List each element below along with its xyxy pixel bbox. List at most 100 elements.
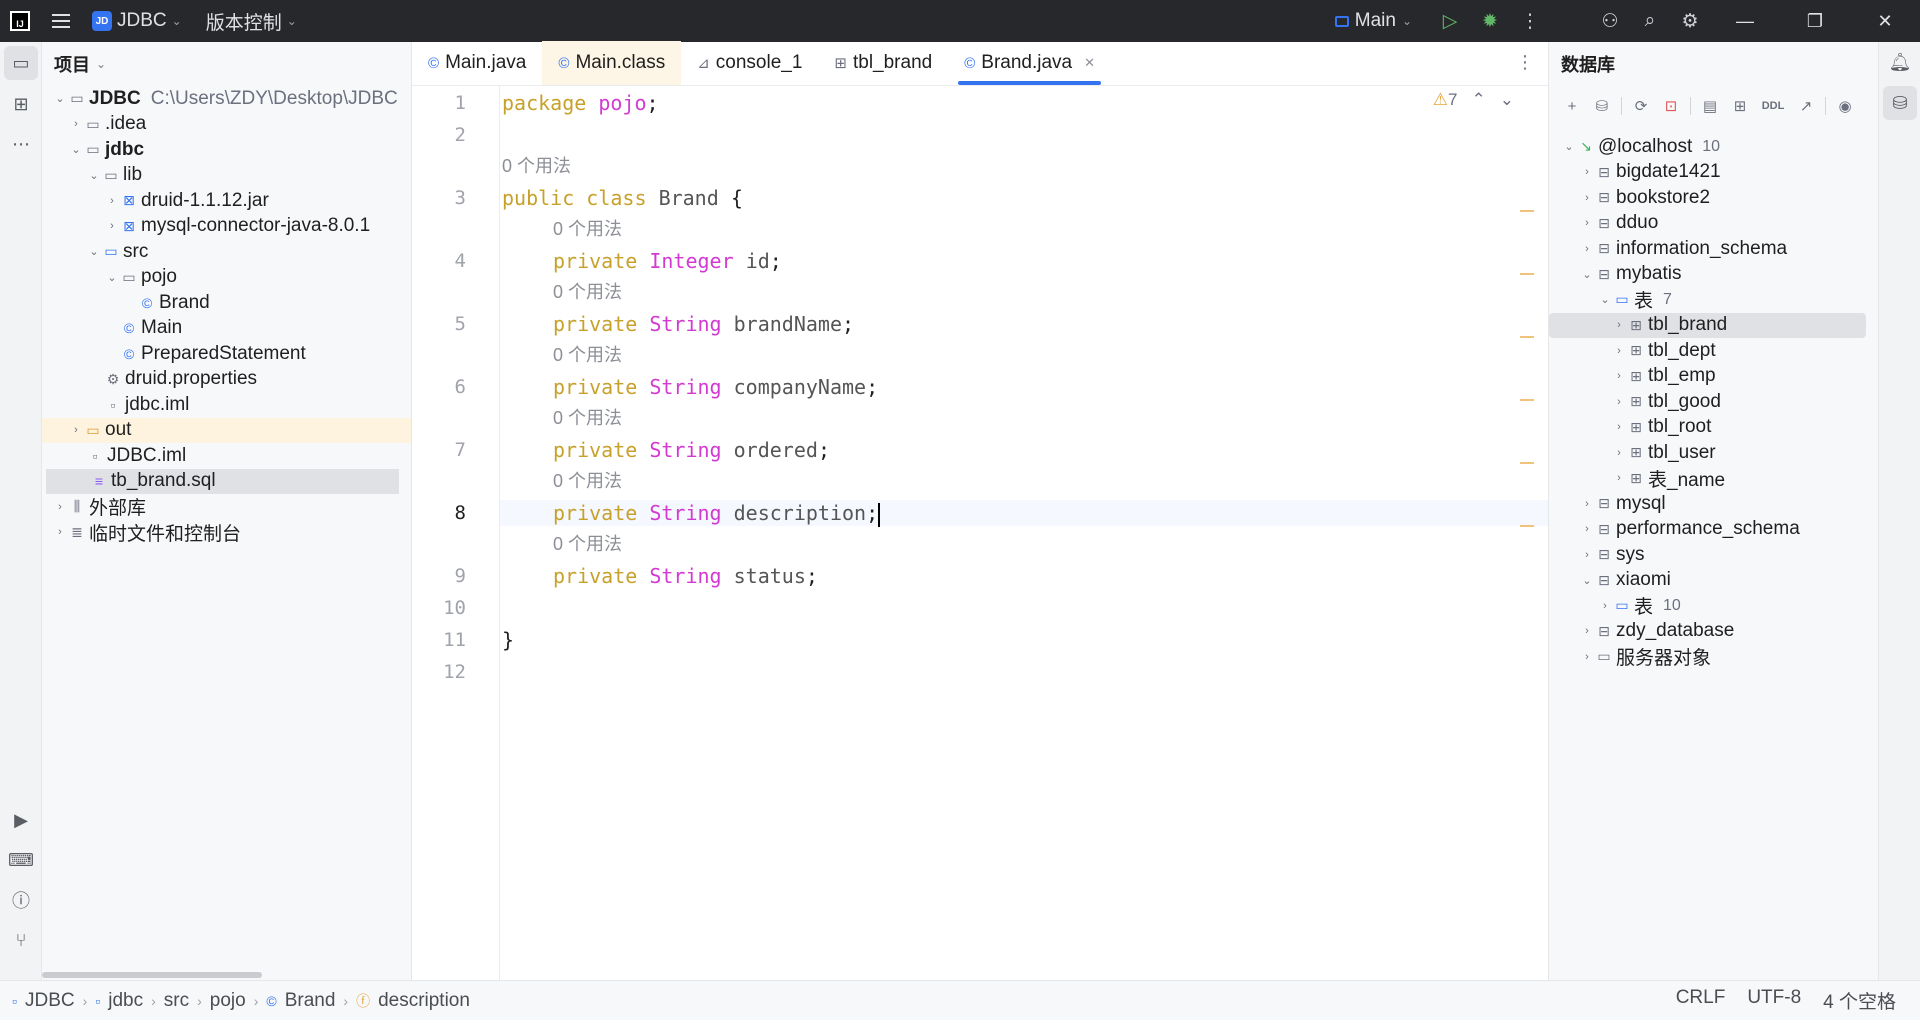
tree-item-scratches[interactable]: › ≣ 临时文件和控制台 <box>42 520 411 546</box>
chevron-down-icon[interactable]: ⌄ <box>68 143 84 156</box>
db-table[interactable]: › ⊞ tbl_root <box>1549 415 1878 441</box>
chevron-right-icon[interactable]: › <box>1611 345 1627 357</box>
breadcrumb-item[interactable]: pojo <box>210 990 246 1012</box>
chevron-right-icon[interactable]: › <box>104 220 120 232</box>
db-table[interactable]: › ⊞ tbl_dept <box>1549 338 1878 364</box>
chevron-right-icon[interactable]: › <box>68 424 84 436</box>
db-schema-xiaomi[interactable]: ⌄ ⊟ xiaomi <box>1549 568 1878 594</box>
ddl-button[interactable]: DDL <box>1759 100 1787 112</box>
folder-icon[interactable]: ▭ <box>4 46 38 80</box>
view-icon[interactable]: ◉ <box>1834 97 1856 115</box>
breadcrumb-item[interactable]: Brand <box>285 990 336 1012</box>
problems-icon[interactable]: ⓘ <box>0 880 42 920</box>
db-tables-folder[interactable]: ⌄ ▭ 表 7 <box>1549 287 1878 313</box>
warning-marker[interactable] <box>1520 399 1534 401</box>
console-icon[interactable]: ▤ <box>1699 97 1721 115</box>
breadcrumb-item[interactable]: jdbc <box>108 990 143 1012</box>
chevron-right-icon[interactable]: › <box>1611 396 1627 408</box>
usage-hint[interactable]: 0 个用法 <box>553 467 622 493</box>
db-schema[interactable]: › ⊟ bookstore2 <box>1549 185 1878 211</box>
tree-item-jdbc[interactable]: ⌄ ▭ jdbc <box>42 137 411 163</box>
datasource-icon[interactable]: ⛁ <box>1591 97 1613 115</box>
chevron-down-icon[interactable]: ⌄ <box>1579 574 1595 587</box>
db-schema[interactable]: › ⊟ dduo <box>1549 211 1878 237</box>
tree-item-brand[interactable]: © Brand <box>42 290 411 316</box>
breadcrumb-item[interactable]: description <box>378 990 470 1012</box>
tree-item-src[interactable]: ⌄ ▭ src <box>42 239 411 265</box>
settings-icon[interactable]: ⚙ <box>1670 0 1710 42</box>
db-table[interactable]: › ⊞ tbl_user <box>1549 440 1878 466</box>
usage-hint[interactable]: 0 个用法 <box>553 278 622 304</box>
jump-icon[interactable]: ↗ <box>1795 97 1817 115</box>
tab-tbl-brand[interactable]: ⊞ tbl_brand <box>818 41 948 85</box>
chevron-right-icon[interactable]: › <box>1579 166 1595 178</box>
db-tables-folder[interactable]: › ▭ 表 10 <box>1549 593 1878 619</box>
search-icon[interactable]: ⌕ <box>1630 0 1670 42</box>
db-schema[interactable]: › ⊟ bigdate1421 <box>1549 160 1878 186</box>
db-server-objects[interactable]: › ▭ 服务器对象 <box>1549 644 1878 670</box>
chevron-right-icon[interactable]: › <box>1579 217 1595 229</box>
db-schema-mybatis[interactable]: ⌄ ⊟ mybatis <box>1549 262 1878 288</box>
close-button[interactable]: ✕ <box>1850 0 1920 42</box>
breadcrumb-item[interactable]: src <box>164 990 189 1012</box>
tree-item-druid-jar[interactable]: › ⊠ druid-1.1.12.jar <box>42 188 411 214</box>
restore-button[interactable]: ❐ <box>1780 0 1850 42</box>
chevron-right-icon[interactable]: › <box>52 526 68 538</box>
add-icon[interactable]: + <box>1561 98 1583 115</box>
debug-icon[interactable]: ✹ <box>1470 0 1510 42</box>
tree-item-preparedstatement[interactable]: © PreparedStatement <box>42 341 411 367</box>
db-table[interactable]: › ⊞ tbl_brand <box>1549 312 1866 338</box>
chevron-down-icon[interactable]: ⌄ <box>1561 140 1577 153</box>
account-icon[interactable]: ⚇ <box>1590 0 1630 42</box>
db-schema[interactable]: › ⊟ information_schema <box>1549 236 1878 262</box>
line-separator-widget[interactable]: CRLF <box>1676 987 1726 1014</box>
warning-marker[interactable] <box>1520 525 1534 527</box>
more-tools-icon[interactable]: ⋯ <box>0 124 42 164</box>
encoding-widget[interactable]: UTF-8 <box>1747 987 1801 1014</box>
tree-item-external-libs[interactable]: › ⫼ 外部库 <box>42 494 411 520</box>
chevron-right-icon[interactable]: › <box>1611 370 1627 382</box>
tab-main-java[interactable]: © Main.java <box>412 41 542 85</box>
chevron-right-icon[interactable]: › <box>1611 319 1627 331</box>
stop-icon[interactable]: ⊡ <box>1660 97 1682 115</box>
chevron-right-icon[interactable]: › <box>1611 447 1627 459</box>
db-table[interactable]: › ⊞ tbl_emp <box>1549 364 1878 390</box>
chevron-right-icon[interactable]: › <box>1579 625 1595 637</box>
database-icon[interactable]: ⛁ <box>1883 86 1917 120</box>
vcs-menu[interactable]: 版本控制 ⌄ <box>206 8 297 35</box>
tree-item-mysql-jar[interactable]: › ⊠ mysql-connector-java-8.0.1 <box>42 214 411 240</box>
tree-item-druid-properties[interactable]: ⚙ druid.properties <box>42 367 411 393</box>
db-schema[interactable]: › ⊟ sys <box>1549 542 1878 568</box>
git-icon[interactable]: ⑂ <box>0 920 42 960</box>
tree-item-jdbc-iml[interactable]: ▫ jdbc.iml <box>42 392 411 418</box>
db-schema[interactable]: › ⊟ performance_schema <box>1549 517 1878 543</box>
run-config-selector[interactable]: Main ⌄ <box>1334 10 1412 32</box>
terminal-icon[interactable]: ⌨ <box>0 840 42 880</box>
chevron-down-icon[interactable]: ⌄ <box>1597 293 1613 306</box>
chevron-right-icon[interactable]: › <box>68 118 84 130</box>
project-panel-header[interactable]: 项目 ⌄ <box>42 42 411 86</box>
main-menu-icon[interactable] <box>52 14 70 28</box>
chevron-down-icon[interactable]: ⌄ <box>86 169 102 182</box>
chevron-right-icon[interactable]: › <box>1597 600 1613 612</box>
chevron-right-icon[interactable]: › <box>1579 192 1595 204</box>
tree-item-jdbc-iml-root[interactable]: ▫ JDBC.iml <box>42 443 411 469</box>
refresh-icon[interactable]: ⟳ <box>1630 97 1652 115</box>
notifications-icon[interactable]: 🔔︎ <box>1879 42 1920 82</box>
tab-brand-java[interactable]: © Brand.java ✕ <box>948 41 1111 85</box>
db-host[interactable]: ⌄ ↘ @localhost 10 <box>1549 134 1878 160</box>
chevron-right-icon[interactable]: › <box>52 501 68 513</box>
chevron-right-icon[interactable]: › <box>1579 523 1595 535</box>
chevron-right-icon[interactable]: › <box>1611 421 1627 433</box>
chevron-down-icon[interactable]: ⌄ <box>1579 268 1595 281</box>
usage-hint[interactable]: 0 个用法 <box>502 152 571 178</box>
close-tab-icon[interactable]: ✕ <box>1084 55 1095 71</box>
usage-hint[interactable]: 0 个用法 <box>553 341 622 367</box>
db-schema[interactable]: › ⊟ zdy_database <box>1549 619 1878 645</box>
chevron-right-icon[interactable]: › <box>1579 243 1595 255</box>
chevron-down-icon[interactable]: ⌄ <box>52 92 68 105</box>
chevron-down-icon[interactable]: ⌄ <box>86 245 102 258</box>
db-schema[interactable]: › ⊟ mysql <box>1549 491 1878 517</box>
tab-main-class[interactable]: © Main.class <box>542 41 682 85</box>
tree-item-pojo[interactable]: ⌄ ▭ pojo <box>42 265 411 291</box>
